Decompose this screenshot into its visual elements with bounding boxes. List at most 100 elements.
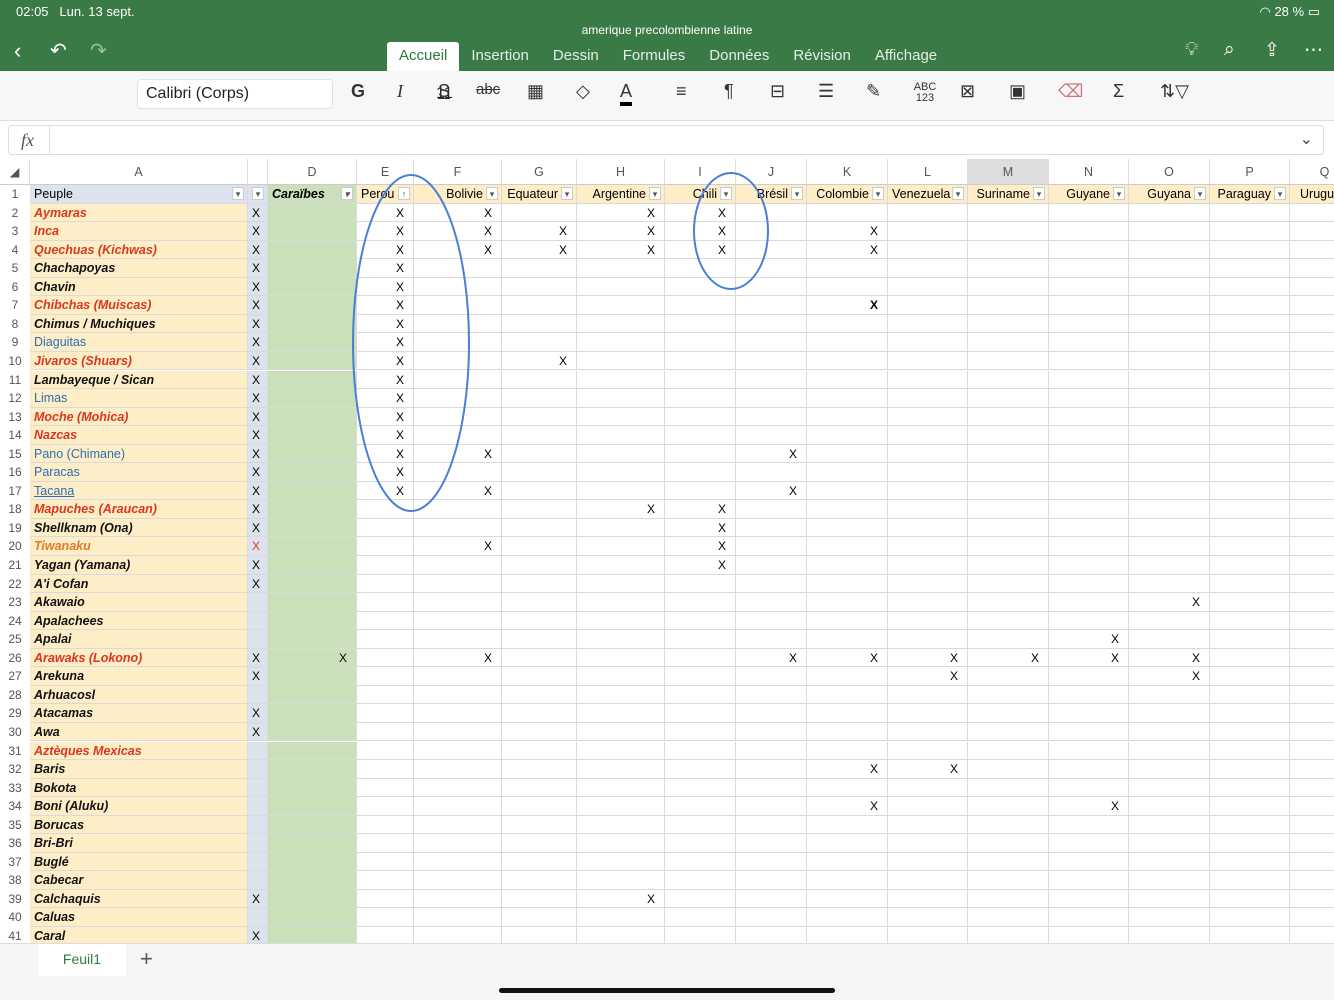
cell[interactable] [1290,816,1334,835]
cell[interactable] [807,518,888,538]
cell[interactable] [968,741,1049,760]
row-header[interactable]: 20 [0,537,30,556]
column-header-O[interactable]: O [1129,159,1210,185]
caraibes-cell[interactable] [268,760,357,779]
cell[interactable] [1049,314,1129,334]
cell[interactable] [888,277,968,297]
cell[interactable] [414,389,502,408]
font-color-icon[interactable]: A [620,81,633,106]
cell[interactable] [357,630,414,649]
cell[interactable] [414,852,502,872]
cell[interactable] [414,518,502,538]
delete-cells-icon[interactable]: ⊠ [960,81,975,102]
cell[interactable] [665,630,736,649]
row-header[interactable]: 9 [0,333,30,352]
cell[interactable] [807,871,888,890]
header-cell[interactable]: Colombie ▾ [807,185,888,204]
cell[interactable] [577,259,665,278]
cell[interactable] [577,760,665,779]
cell[interactable] [807,370,888,389]
cell[interactable] [968,407,1049,427]
cell[interactable] [888,871,968,890]
cell[interactable] [736,593,807,612]
cell[interactable] [502,908,577,927]
cell[interactable] [577,815,665,835]
cell[interactable] [1290,259,1334,278]
header-cell[interactable]: Perou ↑ [357,185,414,204]
header-cell[interactable]: Guyane ▾ [1049,185,1129,204]
people-cell[interactable]: Paracas [30,463,248,482]
cell[interactable] [968,426,1049,445]
caraibes-cell[interactable] [268,389,357,408]
sheet-tab-feuil1[interactable]: Feuil1 [38,944,126,976]
cell[interactable] [1290,389,1334,408]
cell[interactable] [665,389,736,408]
share-icon[interactable]: ⇪ [1264,39,1280,62]
cell[interactable] [736,314,807,334]
caraibes-cell[interactable] [268,611,357,631]
cell[interactable] [1210,667,1290,686]
cell[interactable] [1290,908,1334,927]
cell[interactable] [1290,315,1334,334]
cell[interactable] [1210,574,1290,594]
cell[interactable] [1129,333,1210,352]
cell[interactable] [502,741,577,760]
cell[interactable] [1210,203,1290,223]
font-name-select[interactable]: Calibri (Corps) 11 [137,79,453,109]
row-header[interactable]: 10 [0,352,30,371]
row-header[interactable]: 12 [0,389,30,408]
cell[interactable] [1049,593,1129,612]
row-header[interactable]: 5 [0,259,30,278]
cell[interactable] [357,481,414,501]
cell[interactable] [736,760,807,779]
cell[interactable] [665,648,736,668]
caraibes-cell[interactable] [268,333,357,352]
sort-filter-icon[interactable]: ⇅▽ [1160,81,1189,102]
cell[interactable] [414,797,502,816]
row-header[interactable]: 18 [0,500,30,519]
cell[interactable] [414,908,502,927]
cell[interactable] [357,871,414,890]
cell[interactable] [357,722,414,742]
cell[interactable] [577,370,665,389]
cell[interactable] [736,908,807,927]
cell[interactable] [357,537,414,556]
cell[interactable] [1290,649,1334,668]
people-cell[interactable]: Caral [30,927,248,943]
cell[interactable] [1290,704,1334,723]
caraibes-cell[interactable] [268,778,357,798]
cell[interactable] [888,314,968,334]
cell[interactable] [502,407,577,427]
people-cell[interactable]: Baris [30,760,248,779]
cell[interactable] [414,426,502,445]
row-header[interactable]: 28 [0,686,30,705]
cell[interactable] [1049,518,1129,538]
cell[interactable] [888,444,968,464]
caraibes-cell[interactable] [268,834,357,853]
caraibes-cell[interactable] [268,593,357,612]
cell[interactable] [665,351,736,371]
cell[interactable] [968,630,1049,649]
cell[interactable] [1129,259,1210,278]
cell[interactable] [665,685,736,705]
cell[interactable] [888,537,968,556]
people-cell[interactable]: Cabecar [30,871,248,890]
caraibes-cell[interactable] [268,351,357,371]
cell[interactable] [968,351,1049,371]
cell[interactable] [888,927,968,943]
cell[interactable] [1129,407,1210,427]
back-icon[interactable]: ‹ [14,38,21,64]
cell[interactable] [577,834,665,853]
cell[interactable] [357,611,414,631]
cell[interactable] [888,908,968,927]
cell[interactable] [665,908,736,927]
column-header-N[interactable]: N [1049,159,1129,185]
cell[interactable] [248,834,268,853]
cell[interactable] [736,574,807,594]
cell[interactable] [414,407,502,427]
cell[interactable] [414,778,502,798]
cell[interactable] [502,834,577,853]
cell[interactable] [1049,834,1129,853]
row-header[interactable]: 40 [0,908,30,927]
caraibes-cell[interactable] [268,852,357,872]
